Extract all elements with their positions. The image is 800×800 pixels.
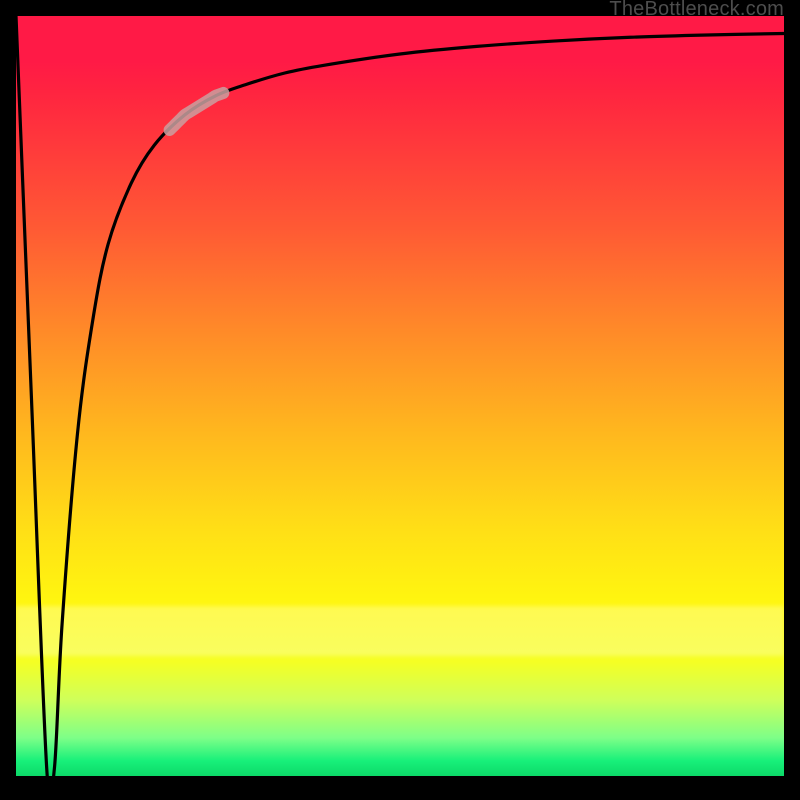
- frame-right: [784, 0, 800, 800]
- frame-bottom: [0, 776, 800, 800]
- frame-left: [0, 0, 16, 800]
- curve-highlight-segment: [170, 93, 224, 130]
- curve-svg: [16, 16, 784, 776]
- credit-text: TheBottleneck.com: [609, 0, 784, 21]
- bottleneck-curve-path: [16, 16, 784, 776]
- chart-stage: TheBottleneck.com: [0, 0, 800, 800]
- plot-area: [16, 16, 784, 776]
